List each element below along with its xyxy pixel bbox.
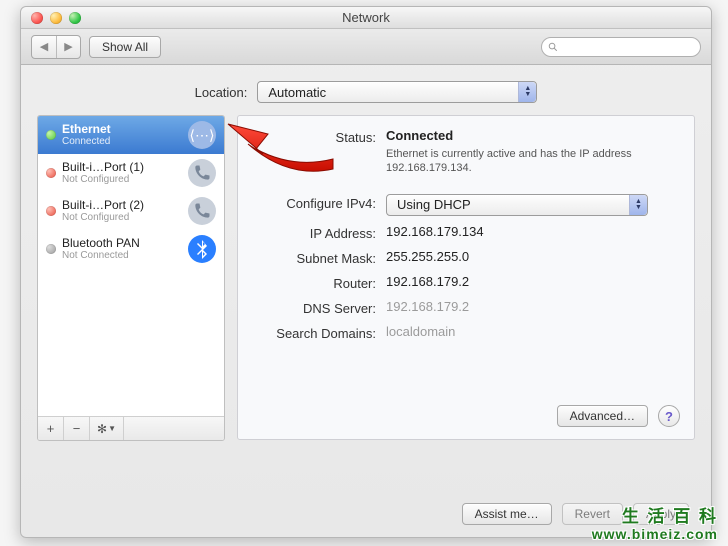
interface-detail-pane: Status: Connected Ethernet is currently … xyxy=(237,115,695,440)
status-note: Ethernet is currently active and has the… xyxy=(386,147,680,176)
show-all-button[interactable]: Show All xyxy=(89,36,161,58)
dns-server-value: 192.168.179.2 xyxy=(386,299,680,314)
search-icon xyxy=(548,42,558,52)
actions-menu-button[interactable]: ✻▼ xyxy=(90,417,124,440)
sidebar-item-modem-1[interactable]: Built-i…Port (1) Not Configured xyxy=(38,154,224,192)
sidebar-item-bluetooth-pan[interactable]: Bluetooth PAN Not Connected xyxy=(38,230,224,268)
location-value: Automatic xyxy=(268,85,326,100)
configure-ipv4-value: Using DHCP xyxy=(397,197,471,212)
window-title: Network xyxy=(21,10,711,25)
interface-status: Not Configured xyxy=(62,212,182,223)
status-dot-icon xyxy=(46,206,56,216)
assist-me-button[interactable]: Assist me… xyxy=(462,503,552,525)
subnet-mask-value: 255.255.255.0 xyxy=(386,249,680,264)
location-row: Location: Automatic ▲▼ xyxy=(21,65,711,115)
gear-icon: ✻ xyxy=(97,422,107,436)
configure-ipv4-popup[interactable]: Using DHCP ▲▼ xyxy=(386,194,648,216)
sidebar-footer: + − ✻▼ xyxy=(38,416,224,440)
interface-status: Not Configured xyxy=(62,174,182,185)
nav-back-forward: ◀ ▶ xyxy=(31,35,81,59)
interface-status: Not Connected xyxy=(62,250,182,261)
search-field[interactable] xyxy=(541,37,701,57)
ip-address-value: 192.168.179.134 xyxy=(386,224,680,239)
interface-name: Bluetooth PAN xyxy=(62,237,182,250)
minimize-window-button[interactable] xyxy=(50,12,62,24)
toolbar: ◀ ▶ Show All xyxy=(21,29,711,65)
content-area: Ethernet Connected ⟨⋯⟩ Built-i…Port (1) … xyxy=(21,115,711,441)
close-window-button[interactable] xyxy=(31,12,43,24)
nav-forward-button[interactable]: ▶ xyxy=(56,36,80,58)
titlebar: Network xyxy=(21,7,711,29)
remove-interface-button[interactable]: − xyxy=(64,417,90,440)
status-dot-icon xyxy=(46,244,56,254)
popup-arrows-icon: ▲▼ xyxy=(629,195,647,215)
interface-name: Ethernet xyxy=(62,123,182,136)
subnet-mask-label: Subnet Mask: xyxy=(252,249,386,266)
search-domains-value: localdomain xyxy=(386,324,680,339)
zoom-window-button[interactable] xyxy=(69,12,81,24)
sidebar-item-modem-2[interactable]: Built-i…Port (2) Not Configured xyxy=(38,192,224,230)
status-dot-icon xyxy=(46,130,56,140)
phone-icon xyxy=(188,159,216,187)
watermark: 生 活 百 科 www.bimeiz.com xyxy=(592,508,718,542)
nav-back-button[interactable]: ◀ xyxy=(32,36,56,58)
add-interface-button[interactable]: + xyxy=(38,417,64,440)
interfaces-sidebar: Ethernet Connected ⟨⋯⟩ Built-i…Port (1) … xyxy=(37,115,225,441)
ethernet-icon: ⟨⋯⟩ xyxy=(188,121,216,149)
status-dot-icon xyxy=(46,168,56,178)
help-button[interactable]: ? xyxy=(658,405,680,427)
interfaces-list: Ethernet Connected ⟨⋯⟩ Built-i…Port (1) … xyxy=(38,116,224,416)
ip-address-label: IP Address: xyxy=(252,224,386,241)
interface-name: Built-i…Port (2) xyxy=(62,199,182,212)
dns-server-label: DNS Server: xyxy=(252,299,386,316)
location-label: Location: xyxy=(195,85,248,100)
popup-arrows-icon: ▲▼ xyxy=(518,82,536,102)
window-controls xyxy=(21,12,81,24)
watermark-url: www.bimeiz.com xyxy=(592,527,718,542)
network-preferences-window: Network ◀ ▶ Show All Location: Automatic… xyxy=(20,6,712,538)
search-domains-label: Search Domains: xyxy=(252,324,386,341)
interface-status: Connected xyxy=(62,136,182,147)
sidebar-item-ethernet[interactable]: Ethernet Connected ⟨⋯⟩ xyxy=(38,116,224,154)
location-popup[interactable]: Automatic ▲▼ xyxy=(257,81,537,103)
status-value: Connected xyxy=(386,128,680,143)
configure-ipv4-label: Configure IPv4: xyxy=(252,194,386,211)
interface-name: Built-i…Port (1) xyxy=(62,161,182,174)
router-label: Router: xyxy=(252,274,386,291)
router-value: 192.168.179.2 xyxy=(386,274,680,289)
status-label: Status: xyxy=(252,128,386,145)
advanced-button[interactable]: Advanced… xyxy=(557,405,648,427)
bluetooth-icon xyxy=(188,235,216,263)
phone-icon xyxy=(188,197,216,225)
watermark-text: 生 活 百 科 xyxy=(592,508,718,527)
